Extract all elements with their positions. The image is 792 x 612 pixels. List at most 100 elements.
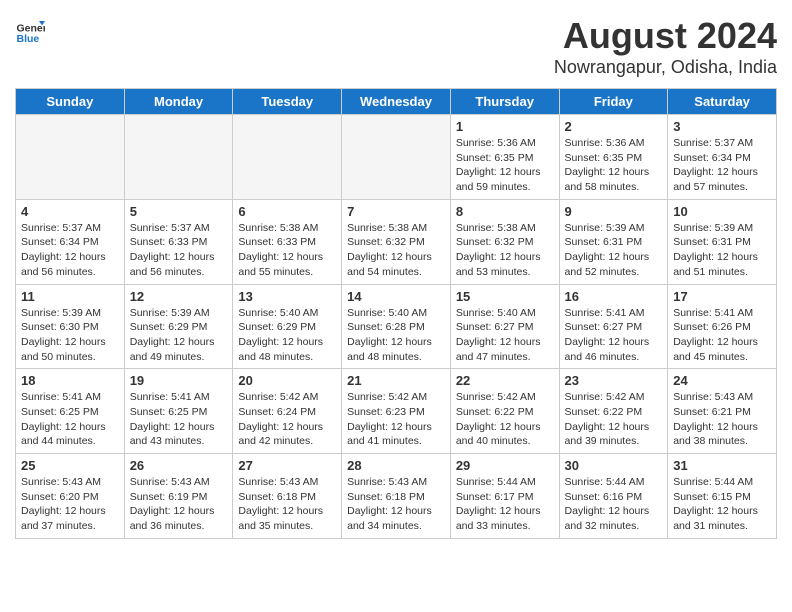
calendar-cell: 21 Sunrise: 5:42 AM Sunset: 6:23 PM Dayli… bbox=[342, 369, 451, 454]
day-number: 17 bbox=[673, 289, 771, 304]
day-info: Sunrise: 5:39 AM Sunset: 6:31 PM Dayligh… bbox=[673, 221, 771, 280]
day-number: 11 bbox=[21, 289, 119, 304]
day-number: 9 bbox=[565, 204, 663, 219]
calendar-body: 1Sunrise: 5:36 AM Sunset: 6:35 PM Daylig… bbox=[16, 115, 777, 539]
day-info: Sunrise: 5:42 AM Sunset: 6:22 PM Dayligh… bbox=[565, 390, 663, 449]
day-info: Sunrise: 5:39 AM Sunset: 6:31 PM Dayligh… bbox=[565, 221, 663, 280]
day-number: 30 bbox=[565, 458, 663, 473]
day-number: 6 bbox=[238, 204, 336, 219]
day-info: Sunrise: 5:41 AM Sunset: 6:25 PM Dayligh… bbox=[21, 390, 119, 449]
day-number: 19 bbox=[130, 373, 228, 388]
page-header: General Blue August 2024 Nowrangapur, Od… bbox=[15, 15, 777, 78]
day-info: Sunrise: 5:42 AM Sunset: 6:23 PM Dayligh… bbox=[347, 390, 445, 449]
calendar-cell: 1Sunrise: 5:36 AM Sunset: 6:35 PM Daylig… bbox=[450, 115, 559, 200]
day-number: 27 bbox=[238, 458, 336, 473]
day-info: Sunrise: 5:44 AM Sunset: 6:15 PM Dayligh… bbox=[673, 475, 771, 534]
calendar-cell: 26 Sunrise: 5:43 AM Sunset: 6:19 PM Dayli… bbox=[124, 454, 233, 539]
day-info: Sunrise: 5:42 AM Sunset: 6:24 PM Dayligh… bbox=[238, 390, 336, 449]
calendar-cell: 24 Sunrise: 5:43 AM Sunset: 6:21 PM Dayli… bbox=[668, 369, 777, 454]
day-number: 5 bbox=[130, 204, 228, 219]
day-info: Sunrise: 5:43 AM Sunset: 6:19 PM Dayligh… bbox=[130, 475, 228, 534]
day-info: Sunrise: 5:36 AM Sunset: 6:35 PM Dayligh… bbox=[565, 136, 663, 195]
day-number: 29 bbox=[456, 458, 554, 473]
calendar-cell: 11 Sunrise: 5:39 AM Sunset: 6:30 PM Dayli… bbox=[16, 284, 125, 369]
calendar-cell bbox=[16, 115, 125, 200]
calendar-cell: 12 Sunrise: 5:39 AM Sunset: 6:29 PM Dayli… bbox=[124, 284, 233, 369]
calendar-week-5: 25 Sunrise: 5:43 AM Sunset: 6:20 PM Dayli… bbox=[16, 454, 777, 539]
day-info: Sunrise: 5:41 AM Sunset: 6:27 PM Dayligh… bbox=[565, 306, 663, 365]
calendar-cell: 28 Sunrise: 5:43 AM Sunset: 6:18 PM Dayli… bbox=[342, 454, 451, 539]
weekday-friday: Friday bbox=[559, 89, 668, 115]
calendar-cell: 30 Sunrise: 5:44 AM Sunset: 6:16 PM Dayli… bbox=[559, 454, 668, 539]
weekday-sunday: Sunday bbox=[16, 89, 125, 115]
weekday-saturday: Saturday bbox=[668, 89, 777, 115]
month-year: August 2024 bbox=[554, 15, 777, 57]
day-number: 25 bbox=[21, 458, 119, 473]
calendar-cell: 17 Sunrise: 5:41 AM Sunset: 6:26 PM Dayli… bbox=[668, 284, 777, 369]
day-number: 18 bbox=[21, 373, 119, 388]
day-info: Sunrise: 5:43 AM Sunset: 6:18 PM Dayligh… bbox=[347, 475, 445, 534]
day-number: 23 bbox=[565, 373, 663, 388]
day-number: 12 bbox=[130, 289, 228, 304]
day-number: 16 bbox=[565, 289, 663, 304]
day-info: Sunrise: 5:38 AM Sunset: 6:32 PM Dayligh… bbox=[456, 221, 554, 280]
calendar-cell: 23 Sunrise: 5:42 AM Sunset: 6:22 PM Dayli… bbox=[559, 369, 668, 454]
calendar-cell: 8 Sunrise: 5:38 AM Sunset: 6:32 PM Daylig… bbox=[450, 199, 559, 284]
calendar-cell: 13 Sunrise: 5:40 AM Sunset: 6:29 PM Dayli… bbox=[233, 284, 342, 369]
calendar-cell: 19 Sunrise: 5:41 AM Sunset: 6:25 PM Dayli… bbox=[124, 369, 233, 454]
title-block: August 2024 Nowrangapur, Odisha, India bbox=[554, 15, 777, 78]
day-info: Sunrise: 5:40 AM Sunset: 6:29 PM Dayligh… bbox=[238, 306, 336, 365]
day-number: 24 bbox=[673, 373, 771, 388]
day-info: Sunrise: 5:41 AM Sunset: 6:26 PM Dayligh… bbox=[673, 306, 771, 365]
calendar-cell: 20Sunrise: 5:42 AM Sunset: 6:24 PM Dayli… bbox=[233, 369, 342, 454]
calendar-cell: 7Sunrise: 5:38 AM Sunset: 6:32 PM Daylig… bbox=[342, 199, 451, 284]
weekday-thursday: Thursday bbox=[450, 89, 559, 115]
day-number: 21 bbox=[347, 373, 445, 388]
calendar-cell: 27 Sunrise: 5:43 AM Sunset: 6:18 PM Dayli… bbox=[233, 454, 342, 539]
calendar-cell: 25 Sunrise: 5:43 AM Sunset: 6:20 PM Dayli… bbox=[16, 454, 125, 539]
calendar-week-1: 1Sunrise: 5:36 AM Sunset: 6:35 PM Daylig… bbox=[16, 115, 777, 200]
calendar-week-2: 4Sunrise: 5:37 AM Sunset: 6:34 PM Daylig… bbox=[16, 199, 777, 284]
day-number: 8 bbox=[456, 204, 554, 219]
day-number: 26 bbox=[130, 458, 228, 473]
day-number: 22 bbox=[456, 373, 554, 388]
day-info: Sunrise: 5:43 AM Sunset: 6:18 PM Dayligh… bbox=[238, 475, 336, 534]
calendar-cell: 22Sunrise: 5:42 AM Sunset: 6:22 PM Dayli… bbox=[450, 369, 559, 454]
calendar-cell: 6Sunrise: 5:38 AM Sunset: 6:33 PM Daylig… bbox=[233, 199, 342, 284]
calendar-cell: 2Sunrise: 5:36 AM Sunset: 6:35 PM Daylig… bbox=[559, 115, 668, 200]
calendar-cell: 14Sunrise: 5:40 AM Sunset: 6:28 PM Dayli… bbox=[342, 284, 451, 369]
calendar-cell: 9 Sunrise: 5:39 AM Sunset: 6:31 PM Daylig… bbox=[559, 199, 668, 284]
day-info: Sunrise: 5:36 AM Sunset: 6:35 PM Dayligh… bbox=[456, 136, 554, 195]
location: Nowrangapur, Odisha, India bbox=[554, 57, 777, 78]
weekday-monday: Monday bbox=[124, 89, 233, 115]
day-info: Sunrise: 5:39 AM Sunset: 6:29 PM Dayligh… bbox=[130, 306, 228, 365]
calendar-cell bbox=[233, 115, 342, 200]
calendar-cell: 3Sunrise: 5:37 AM Sunset: 6:34 PM Daylig… bbox=[668, 115, 777, 200]
day-number: 13 bbox=[238, 289, 336, 304]
day-number: 28 bbox=[347, 458, 445, 473]
day-info: Sunrise: 5:37 AM Sunset: 6:34 PM Dayligh… bbox=[21, 221, 119, 280]
day-info: Sunrise: 5:43 AM Sunset: 6:20 PM Dayligh… bbox=[21, 475, 119, 534]
calendar-cell: 31Sunrise: 5:44 AM Sunset: 6:15 PM Dayli… bbox=[668, 454, 777, 539]
weekday-wednesday: Wednesday bbox=[342, 89, 451, 115]
calendar-cell: 18 Sunrise: 5:41 AM Sunset: 6:25 PM Dayli… bbox=[16, 369, 125, 454]
day-info: Sunrise: 5:43 AM Sunset: 6:21 PM Dayligh… bbox=[673, 390, 771, 449]
calendar-cell: 29 Sunrise: 5:44 AM Sunset: 6:17 PM Dayli… bbox=[450, 454, 559, 539]
calendar-table: SundayMondayTuesdayWednesdayThursdayFrid… bbox=[15, 88, 777, 539]
calendar-cell bbox=[342, 115, 451, 200]
calendar-week-4: 18 Sunrise: 5:41 AM Sunset: 6:25 PM Dayli… bbox=[16, 369, 777, 454]
day-info: Sunrise: 5:44 AM Sunset: 6:17 PM Dayligh… bbox=[456, 475, 554, 534]
day-info: Sunrise: 5:39 AM Sunset: 6:30 PM Dayligh… bbox=[21, 306, 119, 365]
day-info: Sunrise: 5:44 AM Sunset: 6:16 PM Dayligh… bbox=[565, 475, 663, 534]
day-info: Sunrise: 5:40 AM Sunset: 6:28 PM Dayligh… bbox=[347, 306, 445, 365]
calendar-cell: 4Sunrise: 5:37 AM Sunset: 6:34 PM Daylig… bbox=[16, 199, 125, 284]
day-info: Sunrise: 5:37 AM Sunset: 6:34 PM Dayligh… bbox=[673, 136, 771, 195]
svg-text:Blue: Blue bbox=[17, 33, 40, 45]
logo: General Blue bbox=[15, 15, 49, 45]
day-number: 10 bbox=[673, 204, 771, 219]
calendar-cell bbox=[124, 115, 233, 200]
day-info: Sunrise: 5:41 AM Sunset: 6:25 PM Dayligh… bbox=[130, 390, 228, 449]
day-info: Sunrise: 5:37 AM Sunset: 6:33 PM Dayligh… bbox=[130, 221, 228, 280]
calendar-cell: 15Sunrise: 5:40 AM Sunset: 6:27 PM Dayli… bbox=[450, 284, 559, 369]
day-number: 7 bbox=[347, 204, 445, 219]
